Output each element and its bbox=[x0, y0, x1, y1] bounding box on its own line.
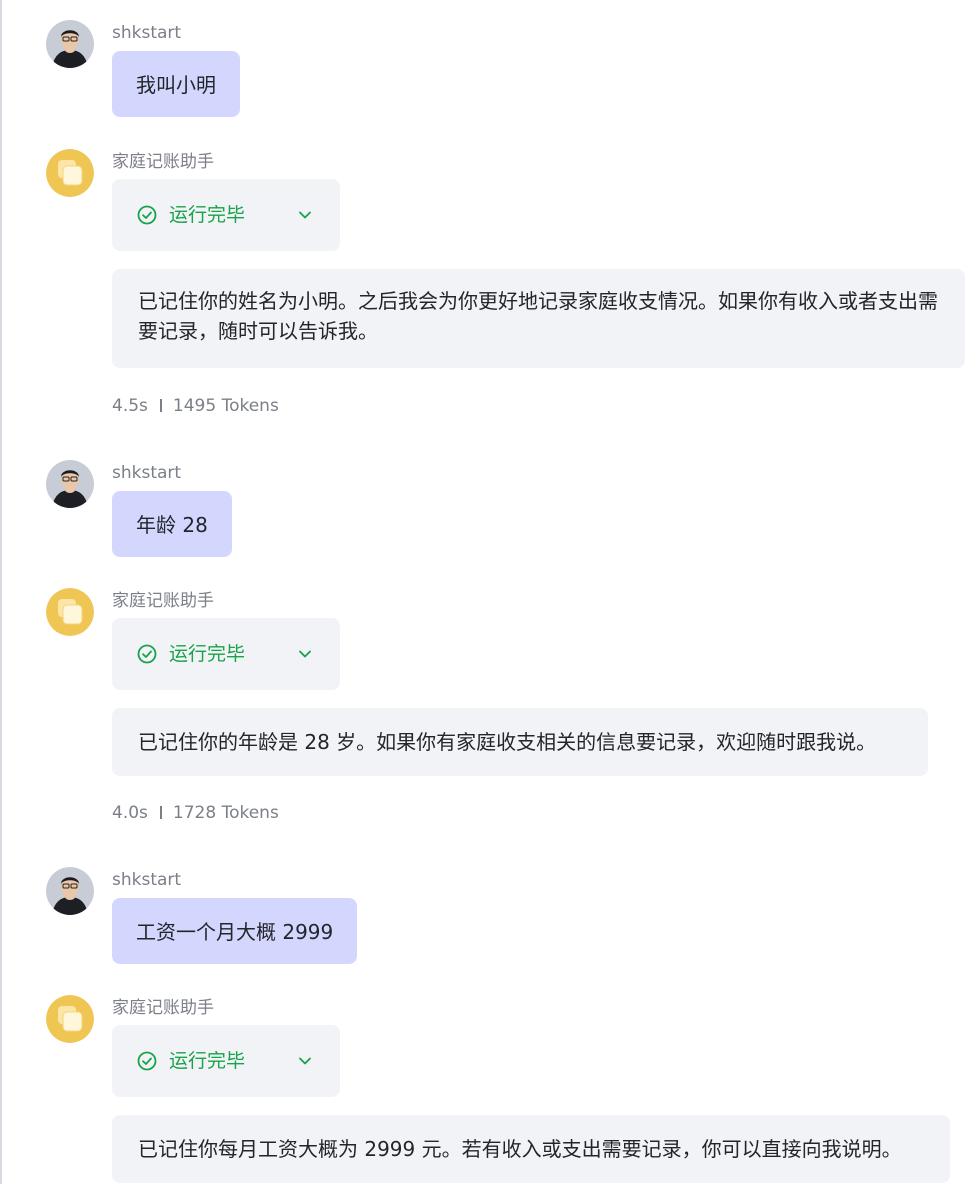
assistant-avatar[interactable] bbox=[46, 588, 94, 636]
check-circle-icon bbox=[137, 644, 157, 664]
assistant-avatar-icon bbox=[46, 995, 94, 1043]
response-tokens: 1728 Tokens bbox=[172, 803, 279, 823]
run-status-panel[interactable]: 运行完毕 bbox=[112, 1025, 340, 1097]
chevron-down-icon[interactable] bbox=[296, 1052, 314, 1070]
chat-conversation: shkstart 我叫小明 家庭记账助手 运行完毕 已记住你的姓名为小明。之后我… bbox=[0, 0, 980, 1184]
run-status-label: 运行完毕 bbox=[169, 1050, 246, 1072]
check-circle-icon bbox=[137, 1051, 157, 1071]
response-duration: 4.0s bbox=[112, 803, 148, 823]
assistant-message-bubble: 已记住你的姓名为小明。之后我会为你更好地记录家庭收支情况。如果你有收入或者支出需… bbox=[112, 269, 965, 368]
user-avatar[interactable] bbox=[46, 867, 94, 915]
chevron-down-icon[interactable] bbox=[296, 645, 314, 663]
run-status-panel[interactable]: 运行完毕 bbox=[112, 179, 340, 251]
assistant-avatar[interactable] bbox=[46, 995, 94, 1043]
meta-divider bbox=[159, 806, 162, 819]
sender-name: shkstart bbox=[112, 870, 182, 890]
sender-name: 家庭记账助手 bbox=[112, 152, 214, 172]
user-avatar-photo-icon bbox=[46, 20, 94, 68]
user-message-bubble: 年龄 28 bbox=[112, 491, 232, 557]
run-status-panel[interactable]: 运行完毕 bbox=[112, 618, 340, 690]
meta-divider bbox=[159, 399, 162, 412]
assistant-avatar-icon bbox=[46, 588, 94, 636]
response-meta: 4.0s 1728 Tokens bbox=[112, 802, 279, 824]
sender-name: 家庭记账助手 bbox=[112, 591, 214, 611]
user-avatar-photo-icon bbox=[46, 867, 94, 915]
user-avatar[interactable] bbox=[46, 460, 94, 508]
assistant-message-bubble: 已记住你的年龄是 28 岁。如果你有家庭收支相关的信息要记录，欢迎随时跟我说。 bbox=[112, 708, 928, 776]
response-tokens: 1495 Tokens bbox=[172, 396, 279, 416]
assistant-avatar-icon bbox=[46, 149, 94, 197]
user-avatar-photo-icon bbox=[46, 460, 94, 508]
sender-name: shkstart bbox=[112, 23, 182, 43]
sender-name: shkstart bbox=[112, 463, 182, 483]
sender-name: 家庭记账助手 bbox=[112, 998, 214, 1018]
check-circle-icon bbox=[137, 205, 157, 225]
response-meta: 4.5s 1495 Tokens bbox=[112, 395, 279, 417]
user-message-bubble: 我叫小明 bbox=[112, 51, 240, 117]
assistant-message-bubble: 已记住你每月工资大概为 2999 元。若有收入或支出需要记录，你可以直接向我说明… bbox=[112, 1115, 950, 1183]
run-status-label: 运行完毕 bbox=[169, 204, 246, 226]
assistant-avatar[interactable] bbox=[46, 149, 94, 197]
chevron-down-icon[interactable] bbox=[296, 206, 314, 224]
run-status-label: 运行完毕 bbox=[169, 643, 246, 665]
response-duration: 4.5s bbox=[112, 396, 148, 416]
user-message-bubble: 工资一个月大概 2999 bbox=[112, 898, 358, 964]
user-avatar[interactable] bbox=[46, 20, 94, 68]
